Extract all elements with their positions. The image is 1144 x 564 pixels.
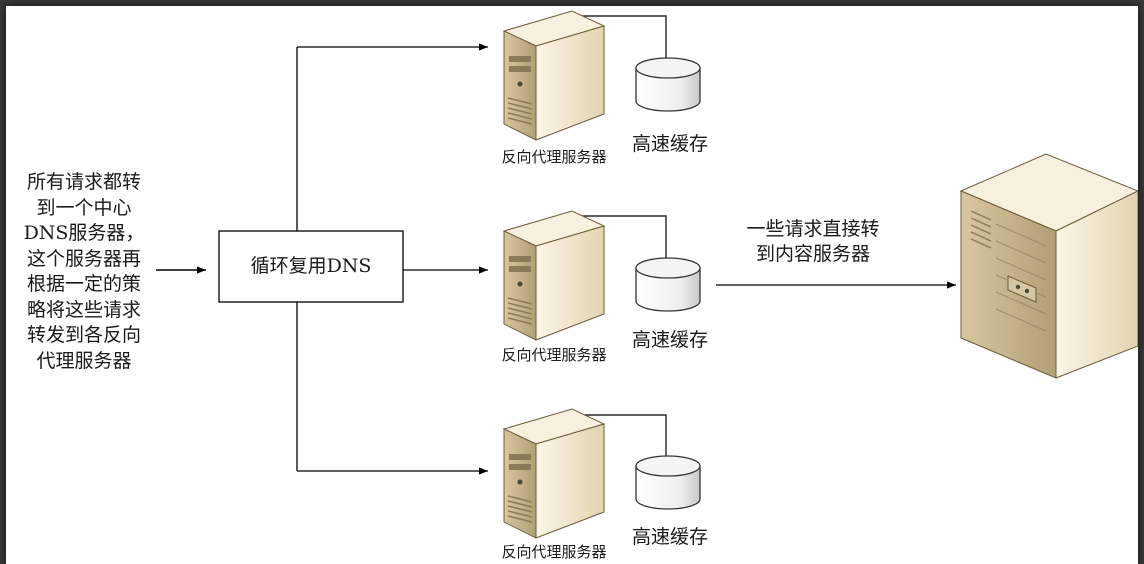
dns-box-label: 循环复用DNS (250, 255, 372, 277)
cache-disk-icon (635, 57, 701, 112)
proxy-server-icon (502, 10, 606, 141)
proxy-server-label: 反向代理服务器 (501, 148, 607, 166)
direct-note-line: 到内容服务器 (755, 243, 870, 265)
direct-request-note: 一些请求直接转 到内容服务器 (718, 217, 908, 267)
request-note-line: 根据一定的策 (26, 273, 141, 295)
diagram-graphics (156, 10, 1138, 539)
request-note-line: 到一个中心 (36, 196, 132, 219)
proxy-server-label: 反向代理服务器 (501, 543, 607, 561)
request-note-line: 略将这些请求 (26, 298, 141, 321)
request-note-line: 代理服务器 (36, 349, 132, 372)
proxy-server-icon (502, 408, 606, 539)
cache-disk-icon (635, 455, 701, 510)
request-note-line: 这个服务器再 (26, 247, 141, 270)
cache-label: 高速缓存 (631, 329, 708, 351)
diagram-canvas: 所有请求都转 到一个中心 DNS服务器， 这个服务器再 根据一定的策 略将这些请… (6, 6, 1138, 564)
proxy-server-label: 反向代理服务器 (501, 346, 607, 364)
request-note-line: 转发到各反向 (26, 324, 141, 346)
cache-disk-icon (635, 257, 701, 312)
request-note: 所有请求都转 到一个中心 DNS服务器， 这个服务器再 根据一定的策 略将这些请… (6, 170, 162, 374)
cache-label: 高速缓存 (631, 133, 708, 155)
proxy-server-icon (502, 210, 606, 341)
content-server-icon (959, 153, 1138, 379)
direct-note-line: 一些请求直接转 (746, 218, 880, 240)
request-note-line: 所有请求都转 (26, 171, 141, 193)
request-note-line: DNS服务器， (23, 222, 145, 244)
cache-label: 高速缓存 (631, 526, 708, 548)
